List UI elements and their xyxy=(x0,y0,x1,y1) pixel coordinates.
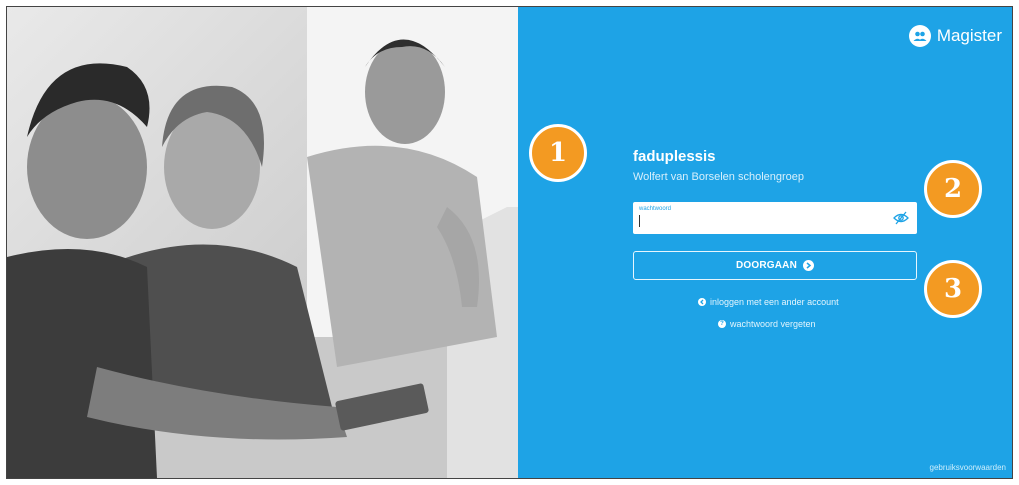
terms-link[interactable]: gebruiksvoorwaarden xyxy=(930,463,1007,472)
password-field[interactable]: wachtwoord xyxy=(633,202,917,234)
arrow-left-icon xyxy=(698,298,706,306)
brand[interactable]: Magister xyxy=(908,25,1002,47)
step-marker-2: 2 xyxy=(924,160,982,218)
people-illustration xyxy=(7,7,518,478)
hero-photo xyxy=(7,7,518,478)
user-info: faduplessis Wolfert van Borselen scholen… xyxy=(633,148,804,183)
login-panel: Magister faduplessis Wolfert van Borsele… xyxy=(518,7,1012,478)
brand-name: Magister xyxy=(936,26,1002,45)
eye-slash-icon[interactable] xyxy=(893,211,909,230)
forgot-password-label: wachtwoord vergeten xyxy=(730,319,816,329)
password-label: wachtwoord xyxy=(639,206,672,212)
arrow-right-icon xyxy=(803,260,815,271)
username: faduplessis xyxy=(633,148,716,165)
school-name: Wolfert van Borselen scholengroep xyxy=(633,171,805,183)
text-cursor xyxy=(639,215,640,227)
screenshot-frame: Magister faduplessis Wolfert van Borsele… xyxy=(6,6,1013,479)
question-icon: ? xyxy=(718,320,726,328)
password-input[interactable] xyxy=(637,214,887,232)
other-account-label: inloggen met een ander account xyxy=(710,297,839,307)
step-marker-3: 3 xyxy=(924,260,982,318)
step-marker-1: 1 xyxy=(529,124,587,182)
continue-button[interactable]: DOORGAAN xyxy=(633,251,917,280)
other-account-link[interactable]: inloggen met een ander account xyxy=(698,297,839,307)
forgot-password-link[interactable]: ? wachtwoord vergeten xyxy=(718,319,816,329)
continue-button-label: DOORGAAN xyxy=(735,260,798,271)
magister-logo-icon xyxy=(908,25,931,47)
